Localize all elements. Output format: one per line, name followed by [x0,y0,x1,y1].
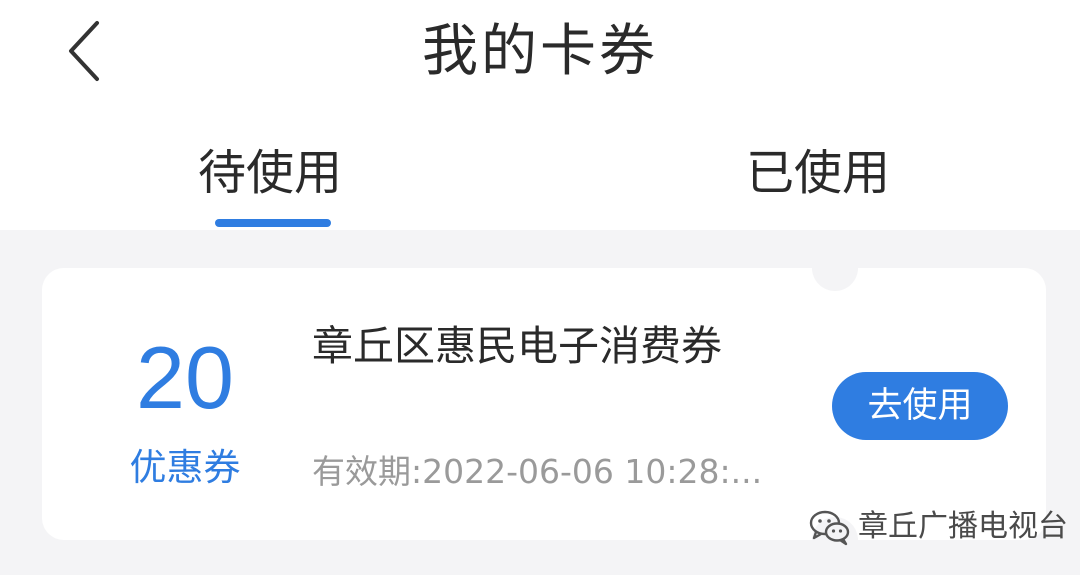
top-bar: 我的卡券 待使用 已使用 [0,0,1080,230]
coupon-validity: 有效期:2022-06-06 10:28:... [312,452,763,491]
wechat-icon [809,510,850,546]
coupon-amount: 20 [136,328,234,427]
active-tab-indicator [215,219,331,227]
page-title: 我的卡券 [422,19,658,84]
watermark: 章丘广播电视台 [808,505,1068,549]
watermark-text: 章丘广播电视台 [858,509,1068,544]
tab-used[interactable]: 已使用 [718,140,918,210]
tab-pending[interactable]: 待使用 [170,140,370,210]
card-notch-top [812,245,858,291]
coupon-type-label: 优惠券 [129,446,241,489]
use-coupon-button[interactable]: 去使用 [832,372,1008,440]
coupon-name: 章丘区惠民电子消费券 [312,322,722,370]
coupon-card[interactable]: 20 优惠券 章丘区惠民电子消费券 有效期:2022-06-06 10:28:.… [42,245,1046,563]
